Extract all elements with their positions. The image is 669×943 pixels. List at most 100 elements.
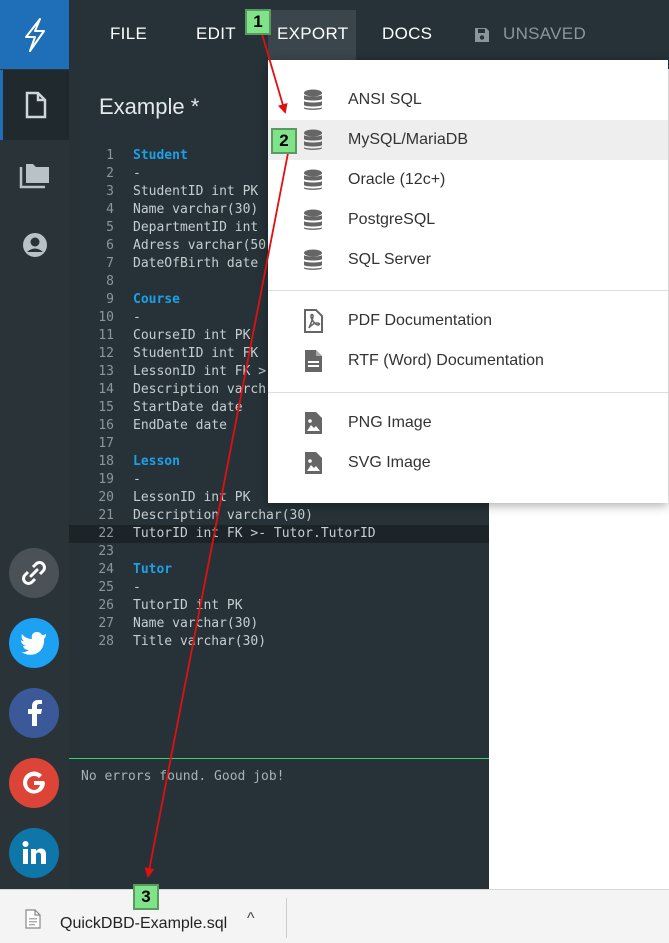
menu-item-label: PNG Image [348,414,432,431]
line-text: LessonID int PK [133,490,251,505]
document-icon [301,349,325,373]
line-text: TutorID int FK >- Tutor.TutorID [133,526,376,541]
menu-item-label: PDF Documentation [348,312,493,329]
line-number: 6 [106,238,114,253]
line-number: 14 [98,382,114,397]
account-nav-button[interactable] [0,210,69,280]
menu-divider [268,290,668,291]
line-number: 1 [106,148,114,163]
code-line[interactable]: 23 [69,543,489,561]
document-title[interactable]: Example * [99,94,199,120]
code-line[interactable]: 25 - [69,579,489,597]
export-ansi-sql[interactable]: ANSI SQL [268,80,668,120]
line-number: 22 [98,526,114,541]
line-text: Student [133,148,188,163]
line-number: 19 [98,472,114,487]
line-number: 11 [98,328,114,343]
export-mysql-mariadb[interactable]: MySQL/MariaDB [268,120,668,160]
code-line[interactable]: 26 TutorID int PK [69,597,489,615]
line-number: 9 [106,292,114,307]
code-line[interactable]: 28 Title varchar(30) [69,633,489,651]
line-text: LessonID int FK > [133,364,267,379]
line-text: StudentID int FK [133,346,259,361]
quickdbd-logo[interactable] [0,0,69,69]
line-text: EndDate date [133,418,227,433]
line-number: 10 [98,310,114,325]
line-number: 28 [98,634,114,649]
database-icon [301,128,325,152]
line-text: - [133,472,141,487]
export-dropdown: ANSI SQL MySQL/MariaDB Oracle (12c+) Pos… [268,60,668,503]
line-number: 25 [98,580,114,595]
line-text: Course [133,292,180,307]
export-pdf-documentation[interactable]: PDF Documentation [268,301,668,341]
image-icon [301,411,325,435]
share-link-button[interactable] [9,548,59,598]
line-text: TutorID int PK [133,598,243,613]
line-text: Name varchar(30) [133,202,259,217]
export-rtf-documentation[interactable]: RTF (Word) Documentation [268,341,668,381]
unsaved-status[interactable]: UNSAVED [503,24,586,48]
menu-item-label: SVG Image [348,454,431,471]
facebook-icon [28,700,42,726]
file-icon [25,909,41,929]
downloaded-file-name[interactable]: QuickDBD-Example.sql [60,915,227,933]
code-line[interactable]: 22 TutorID int FK >- Tutor.TutorID [69,525,489,543]
top-menu-bar: FILE EDIT EXPORT DOCS UNSAVED [69,0,669,69]
line-number: 18 [98,454,114,469]
browser-download-bar: QuickDBD-Example.sql ^ [0,889,669,943]
twitter-share-button[interactable] [9,618,59,668]
line-text: Lesson [133,454,180,469]
line-text: CourseID int PK [133,328,251,343]
line-number: 15 [98,400,114,415]
menu-docs[interactable]: DOCS [382,24,432,48]
menu-item-label: ANSI SQL [348,91,422,108]
left-sidebar [0,0,69,889]
database-icon [301,248,325,272]
menu-item-label: PostgreSQL [348,211,436,228]
menu-item-label: MySQL/MariaDB [348,131,469,148]
folders-nav-button[interactable] [0,140,69,210]
line-text: - [133,310,141,325]
facebook-share-button[interactable] [9,688,59,738]
validation-message: No errors found. Good job! [81,769,285,784]
menu-edit[interactable]: EDIT [196,24,236,48]
line-number: 7 [106,256,114,271]
menu-export[interactable]: EXPORT [268,10,356,60]
code-line[interactable]: 21 Description varchar(30) [69,507,489,525]
export-sql-server[interactable]: SQL Server [268,240,668,280]
code-line[interactable]: 24 Tutor [69,561,489,579]
step-badge-2: 2 [271,128,297,154]
document-nav-button[interactable] [0,70,69,140]
linkedin-share-button[interactable] [9,828,59,878]
divider [286,898,287,938]
code-line[interactable]: 27 Name varchar(30) [69,615,489,633]
export-png-image[interactable]: PNG Image [268,403,668,443]
chevron-up-icon[interactable]: ^ [247,910,255,928]
line-number: 20 [98,490,114,505]
google-share-button[interactable] [9,758,59,808]
menu-file[interactable]: FILE [110,24,147,48]
line-text: - [133,580,141,595]
database-icon [301,168,325,192]
export-oracle[interactable]: Oracle (12c+) [268,160,668,200]
line-text: StartDate date [133,400,243,415]
pdf-icon [301,309,325,333]
save-icon [475,28,489,42]
line-text: Description varchar(30) [133,508,314,523]
line-text: Adress varchar(50 [133,238,267,253]
line-number: 17 [98,436,114,451]
line-number: 24 [98,562,114,577]
step-badge-1: 1 [245,9,271,35]
export-postgresql[interactable]: PostgreSQL [268,200,668,240]
menu-item-label: SQL Server [348,251,431,268]
export-svg-image[interactable]: SVG Image [268,443,668,483]
menu-item-label: RTF (Word) Documentation [348,352,544,369]
line-number: 12 [98,346,114,361]
database-icon [301,88,325,112]
line-text: DepartmentID int [133,220,259,235]
line-number: 4 [106,202,114,217]
validation-status-panel: No errors found. Good job! [69,758,489,889]
line-text: - [133,166,141,181]
menu-divider [268,392,668,393]
